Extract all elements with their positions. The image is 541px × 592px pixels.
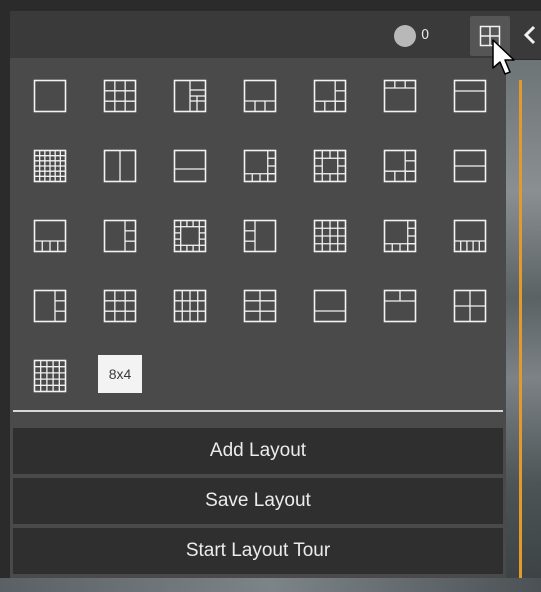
add-layout-button[interactable]: Add Layout xyxy=(13,428,503,474)
layout-1+12-icon xyxy=(313,149,347,183)
layout-2x3-icon xyxy=(243,289,277,323)
layout-option-5x5[interactable] xyxy=(22,348,78,404)
status-count: 0 xyxy=(421,28,430,43)
layout-option-2x2[interactable] xyxy=(442,278,498,334)
collapse-panel-button[interactable] xyxy=(519,20,541,50)
layout-5x5-icon xyxy=(33,359,67,393)
layout-option-1+2-left[interactable] xyxy=(232,208,288,264)
layout-1+2-right-icon xyxy=(103,219,137,253)
layout-4x4-icon xyxy=(313,219,347,253)
layout-option-3-top+1[interactable] xyxy=(372,68,428,124)
layout-option-2-rows[interactable] xyxy=(442,68,498,124)
status-indicator-icon xyxy=(394,25,416,47)
layout-option-3x3-alt[interactable] xyxy=(92,278,148,334)
layout-1+16-icon xyxy=(173,219,207,253)
layout-option-1+3-bottom[interactable] xyxy=(232,68,288,124)
layout-dropdown-panel: 8x4 Add Layout Save Layout Start Layout … xyxy=(10,58,506,578)
layout-toggle-button[interactable] xyxy=(470,16,510,56)
layout-option-2-top+1[interactable] xyxy=(372,278,428,334)
layout-option-1+6[interactable] xyxy=(372,138,428,194)
start-layout-tour-button[interactable]: Start Layout Tour xyxy=(13,528,503,574)
layout-2-rows-alt-icon xyxy=(173,149,207,183)
layout-3x3-icon xyxy=(103,79,137,113)
layout-1x1-icon xyxy=(33,79,67,113)
layout-1+5-bottom-right-icon xyxy=(313,79,347,113)
layout-option-1x1[interactable] xyxy=(22,68,78,124)
layout-option-2-rows-alt[interactable] xyxy=(162,138,218,194)
layout-1+6-bottom-right-icon xyxy=(453,219,487,253)
custom-layout-8x4[interactable]: 8x4 xyxy=(98,355,142,393)
video-background-bottom xyxy=(0,578,541,592)
layout-1+2-bottom-icon xyxy=(313,289,347,323)
layout-2-columns-icon xyxy=(103,149,137,183)
divider xyxy=(13,410,503,412)
layout-option-1+2-right-alt[interactable] xyxy=(22,278,78,334)
layout-option-1+3[interactable] xyxy=(162,68,218,124)
layout-6x6-icon xyxy=(33,149,67,183)
layout-1+2-left-icon xyxy=(243,219,277,253)
layout-option-2-columns[interactable] xyxy=(92,138,148,194)
layout-3x3-alt-icon xyxy=(103,289,137,323)
layout-2-top+1-icon xyxy=(383,289,417,323)
layout-option-6x6[interactable] xyxy=(22,138,78,194)
layout-1+4-bottom-icon xyxy=(33,219,67,253)
layout-option-4x4[interactable] xyxy=(302,208,358,264)
layout-option-1+5-bottom-right[interactable] xyxy=(302,68,358,124)
chevron-left-icon xyxy=(523,25,536,45)
layout-1+6-icon xyxy=(383,149,417,183)
layout-option-1+6-bottom-right[interactable] xyxy=(442,208,498,264)
layout-1+7-icon xyxy=(243,149,277,183)
layout-option-1+16[interactable] xyxy=(162,208,218,264)
layout-1+2-right-alt-icon xyxy=(33,289,67,323)
layout-option-1+2-bottom[interactable] xyxy=(302,278,358,334)
layout-option-1+9[interactable] xyxy=(372,208,428,264)
layout-1+9-icon xyxy=(383,219,417,253)
video-background xyxy=(506,58,541,592)
layout-option-3x3[interactable] xyxy=(92,68,148,124)
layout-2x2-icon xyxy=(453,289,487,323)
layout-1+3-icon xyxy=(173,79,207,113)
layout-option-1+12[interactable] xyxy=(302,138,358,194)
layout-option-1+2-right[interactable] xyxy=(92,208,148,264)
top-toolbar xyxy=(10,11,541,60)
layout-option-2x3[interactable] xyxy=(232,278,288,334)
layout-option-4x3[interactable] xyxy=(162,278,218,334)
layout-option-1+7[interactable] xyxy=(232,138,288,194)
grid-2x2-icon xyxy=(479,25,501,47)
layout-option-2-rows-thin[interactable] xyxy=(442,138,498,194)
video-tile-border xyxy=(519,80,522,592)
layout-2-rows-icon xyxy=(453,79,487,113)
save-layout-button[interactable]: Save Layout xyxy=(13,478,503,524)
layout-2-rows-thin-icon xyxy=(453,149,487,183)
layout-1+3-bottom-icon xyxy=(243,79,277,113)
layout-option-1+4-bottom[interactable] xyxy=(22,208,78,264)
layout-4x3-icon xyxy=(173,289,207,323)
layout-3-top+1-icon xyxy=(383,79,417,113)
